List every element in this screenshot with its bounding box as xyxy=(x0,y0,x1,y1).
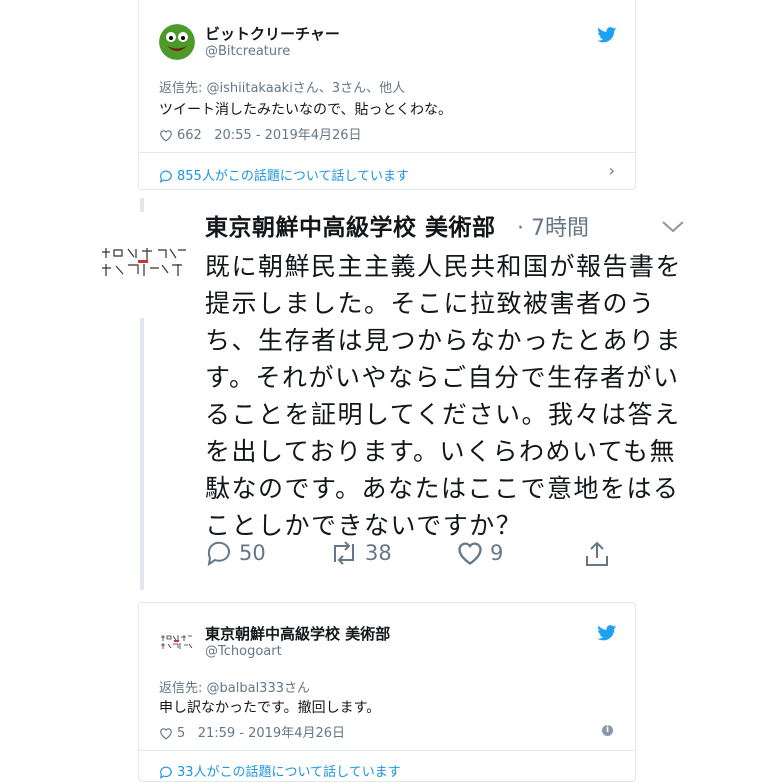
timestamp[interactable]: 21:59 - 2019年4月26日 xyxy=(198,726,345,741)
tweet-text: ツイート消したみたいなので、貼っとくわな。 xyxy=(159,102,453,118)
reply-to-link[interactable]: @ishiitakaakiさん、3さん、他人 xyxy=(207,81,406,96)
time-ago[interactable]: · 7時間 xyxy=(517,210,589,242)
reply-to-link[interactable]: @balbal333さん xyxy=(207,681,310,696)
share-button[interactable] xyxy=(583,540,611,568)
conversation-link[interactable]: 33人がこの話題について話しています xyxy=(159,761,401,780)
avatar[interactable] xyxy=(159,625,195,661)
display-name[interactable]: ビットクリーチャー xyxy=(205,23,340,44)
tweet-text-line: ことしかできないですか？ xyxy=(205,511,523,540)
share-icon xyxy=(586,541,608,566)
reply-prefix: 返信先: xyxy=(159,681,207,696)
like-button[interactable]: 9 xyxy=(456,540,503,566)
like-count[interactable]: 5 xyxy=(177,726,185,741)
tweet-text-line: ち、生存者は見つからなかったとありま xyxy=(205,326,683,355)
tweet-text-line: 提示しました。そこに拉致被害者のう xyxy=(205,289,656,318)
reply-context: 返信先: @balbal333さん xyxy=(159,677,310,696)
conversation-label[interactable]: 855人がこの話題について話しています xyxy=(177,169,409,184)
avatar[interactable] xyxy=(159,24,195,60)
tweet-text-line: す。それがいやならご自分で生存者がい xyxy=(205,363,680,392)
twitter-bird-icon[interactable] xyxy=(597,625,617,641)
handle[interactable]: @Tchogoart xyxy=(205,644,282,659)
heart-icon[interactable] xyxy=(159,129,173,142)
speech-bubble-icon xyxy=(159,766,172,779)
tweet-text-line: 駄なのです。あなたはここで意地をはる xyxy=(205,474,680,503)
embedded-tweet-tchogoart: 東京朝鮮中高級学校 美術部 @Tchogoart 返信先: @balbal333… xyxy=(138,602,636,782)
retweet-button[interactable]: 38 xyxy=(329,540,392,566)
avatar[interactable] xyxy=(98,242,190,282)
reply-icon xyxy=(207,541,230,567)
thread-line xyxy=(140,318,144,590)
tweet-text-line: 既に朝鮮民主主義人民共和国が報告書を xyxy=(205,252,683,281)
tweet-text-line: ることを証明してください。我々は答え xyxy=(205,400,681,429)
retweet-count: 38 xyxy=(365,541,392,565)
twitter-bird-icon[interactable] xyxy=(597,27,617,43)
tweet-text-line: を出しております。いくらわめいても無 xyxy=(205,437,677,466)
tweet-text: 既に朝鮮民主主義人民共和国が報告書を 提示しました。そこに拉致被害者のう ち、生… xyxy=(205,248,695,544)
tweet-text: 申し訳なかったです。撤回します。 xyxy=(159,700,381,716)
tweet-meta: 662 20:55 - 2019年4月26日 xyxy=(159,124,362,143)
display-name[interactable]: 東京朝鮮中高級学校 美術部 xyxy=(205,208,496,242)
conversation-label[interactable]: 33人がこの話題について話しています xyxy=(177,765,401,780)
embedded-tweet-bitcreature: ビットクリーチャー @Bitcreature 返信先: @ishiitakaak… xyxy=(138,0,636,190)
reply-button[interactable]: 50 xyxy=(205,540,266,567)
conversation-link[interactable]: 855人がこの話題について話しています xyxy=(159,165,409,184)
thread-line-top xyxy=(140,198,144,212)
timestamp[interactable]: 20:55 - 2019年4月26日 xyxy=(214,128,361,143)
info-icon[interactable]: i xyxy=(602,725,613,736)
reply-context: 返信先: @ishiitakaakiさん、3さん、他人 xyxy=(159,77,405,96)
retweet-icon xyxy=(334,541,354,565)
heart-icon[interactable] xyxy=(159,727,173,740)
reply-prefix: 返信先: xyxy=(159,81,207,96)
speech-bubble-icon xyxy=(159,170,172,183)
chevron-right-icon[interactable]: › xyxy=(609,161,615,180)
display-name[interactable]: 東京朝鮮中高級学校 美術部 xyxy=(205,623,390,644)
reply-count: 50 xyxy=(239,541,266,565)
like-count: 9 xyxy=(490,541,504,565)
divider xyxy=(139,152,635,153)
tweet-meta: 5 21:59 - 2019年4月26日 xyxy=(159,722,345,741)
chevron-down-icon[interactable] xyxy=(660,218,686,234)
divider xyxy=(139,750,635,751)
handle[interactable]: @Bitcreature xyxy=(205,44,290,59)
heart-icon xyxy=(458,542,482,565)
like-count[interactable]: 662 xyxy=(177,128,202,143)
